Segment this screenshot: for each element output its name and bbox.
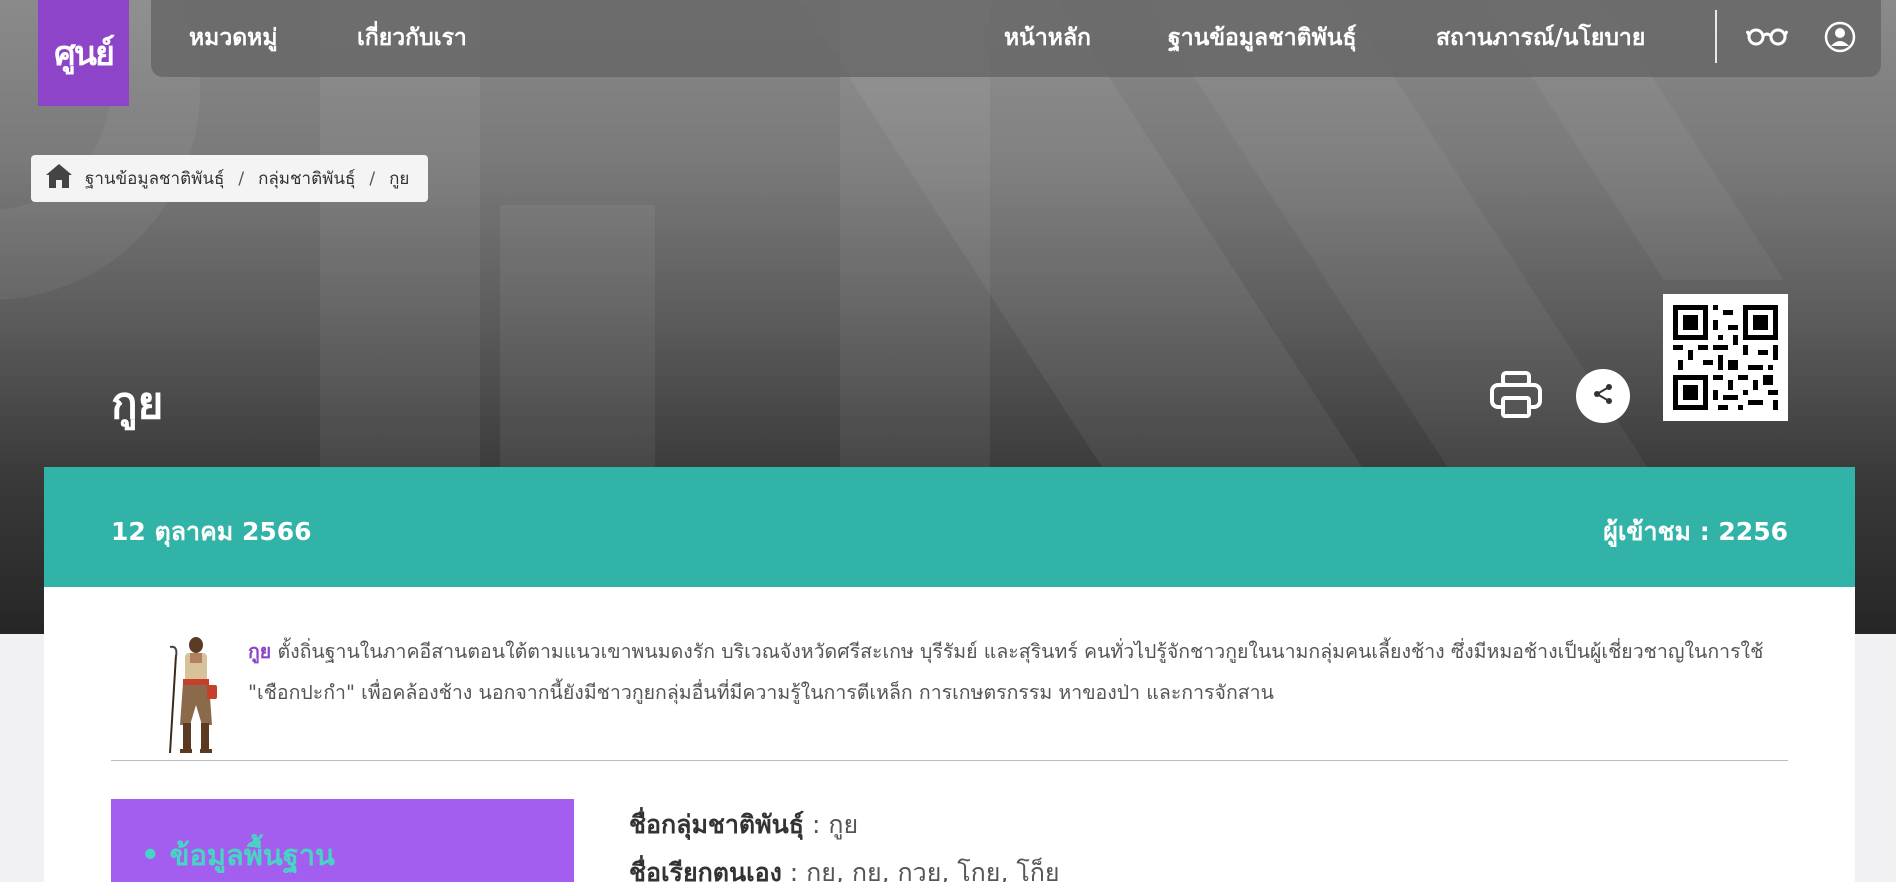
field-label: ชื่อเรียกตนเอง (629, 858, 782, 882)
logo-text: ศูนย์ (54, 34, 115, 74)
content-divider (111, 760, 1788, 761)
share-icon (1591, 382, 1615, 410)
view-count: ผู้เข้าชม : 2256 (1603, 517, 1788, 546)
field-value: : กุย, กูย, กวย, โกย, โก็ย (781, 858, 1060, 882)
breadcrumb-item-group[interactable]: กลุ่มชาติพันธุ์ (258, 165, 355, 192)
field-label: ชื่อกลุ่มชาติพันธุ์ (629, 810, 804, 839)
main-content: กูย ตั้งถิ่นฐานในภาคอีสานตอนใต้ตามแนวเขา… (44, 587, 1855, 882)
field-self-name: ชื่อเรียกตนเอง : กุย, กูย, กวย, โกย, โก็… (629, 853, 1060, 882)
home-icon[interactable] (45, 163, 85, 194)
user-circle-icon[interactable] (1824, 21, 1856, 57)
glasses-icon[interactable] (1745, 21, 1789, 57)
publish-date: 12 ตุลาคม 2566 (111, 517, 312, 546)
breadcrumb-separator: / (369, 168, 376, 189)
printer-icon[interactable] (1488, 370, 1544, 420)
section-nav-item-basic-info[interactable]: • ข้อมูลพื้นฐาน (141, 832, 335, 878)
site-logo[interactable]: ศูนย์ (38, 0, 129, 106)
page-title: กูย (111, 378, 164, 429)
nav-divider (1715, 10, 1717, 63)
field-ethnic-group-name: ชื่อกลุ่มชาติพันธุ์ : กูย (629, 805, 858, 845)
info-bar: 12 ตุลาคม 2566 ผู้เข้าชม : 2256 (44, 467, 1855, 587)
nav-item-situation-policy[interactable]: สถานภารณ์/นโยบาย (1436, 20, 1645, 56)
breadcrumb-item-database[interactable]: ฐานข้อมูลชาติพันธุ์ (85, 165, 224, 192)
breadcrumb-item-current: กูย (389, 169, 410, 189)
nav-item-home[interactable]: หน้าหลัก (1004, 20, 1091, 56)
nav-item-ethnic-database[interactable]: ฐานข้อมูลชาติพันธุ์ (1168, 20, 1357, 56)
top-navigation: หมวดหมู่ เกี่ยวกับเรา หน้าหลัก ฐานข้อมูล… (151, 0, 1881, 77)
ethnic-person-image (150, 635, 240, 760)
nav-item-categories[interactable]: หมวดหมู่ (189, 20, 278, 56)
intro-highlight: กูย (248, 640, 272, 663)
breadcrumb: ฐานข้อมูลชาติพันธุ์ / กลุ่มชาติพันธุ์ / … (31, 155, 428, 202)
intro-paragraph: กูย ตั้งถิ่นฐานในภาคอีสานตอนใต้ตามแนวเขา… (248, 631, 1798, 713)
section-nav: • ข้อมูลพื้นฐาน (111, 799, 574, 882)
share-button[interactable] (1576, 369, 1630, 423)
qr-code (1663, 294, 1788, 421)
nav-item-about[interactable]: เกี่ยวกับเรา (357, 20, 467, 56)
breadcrumb-separator: / (238, 168, 245, 189)
field-value: : กูย (804, 810, 859, 839)
intro-text: ตั้งถิ่นฐานในภาคอีสานตอนใต้ตามแนวเขาพนมด… (248, 640, 1764, 704)
